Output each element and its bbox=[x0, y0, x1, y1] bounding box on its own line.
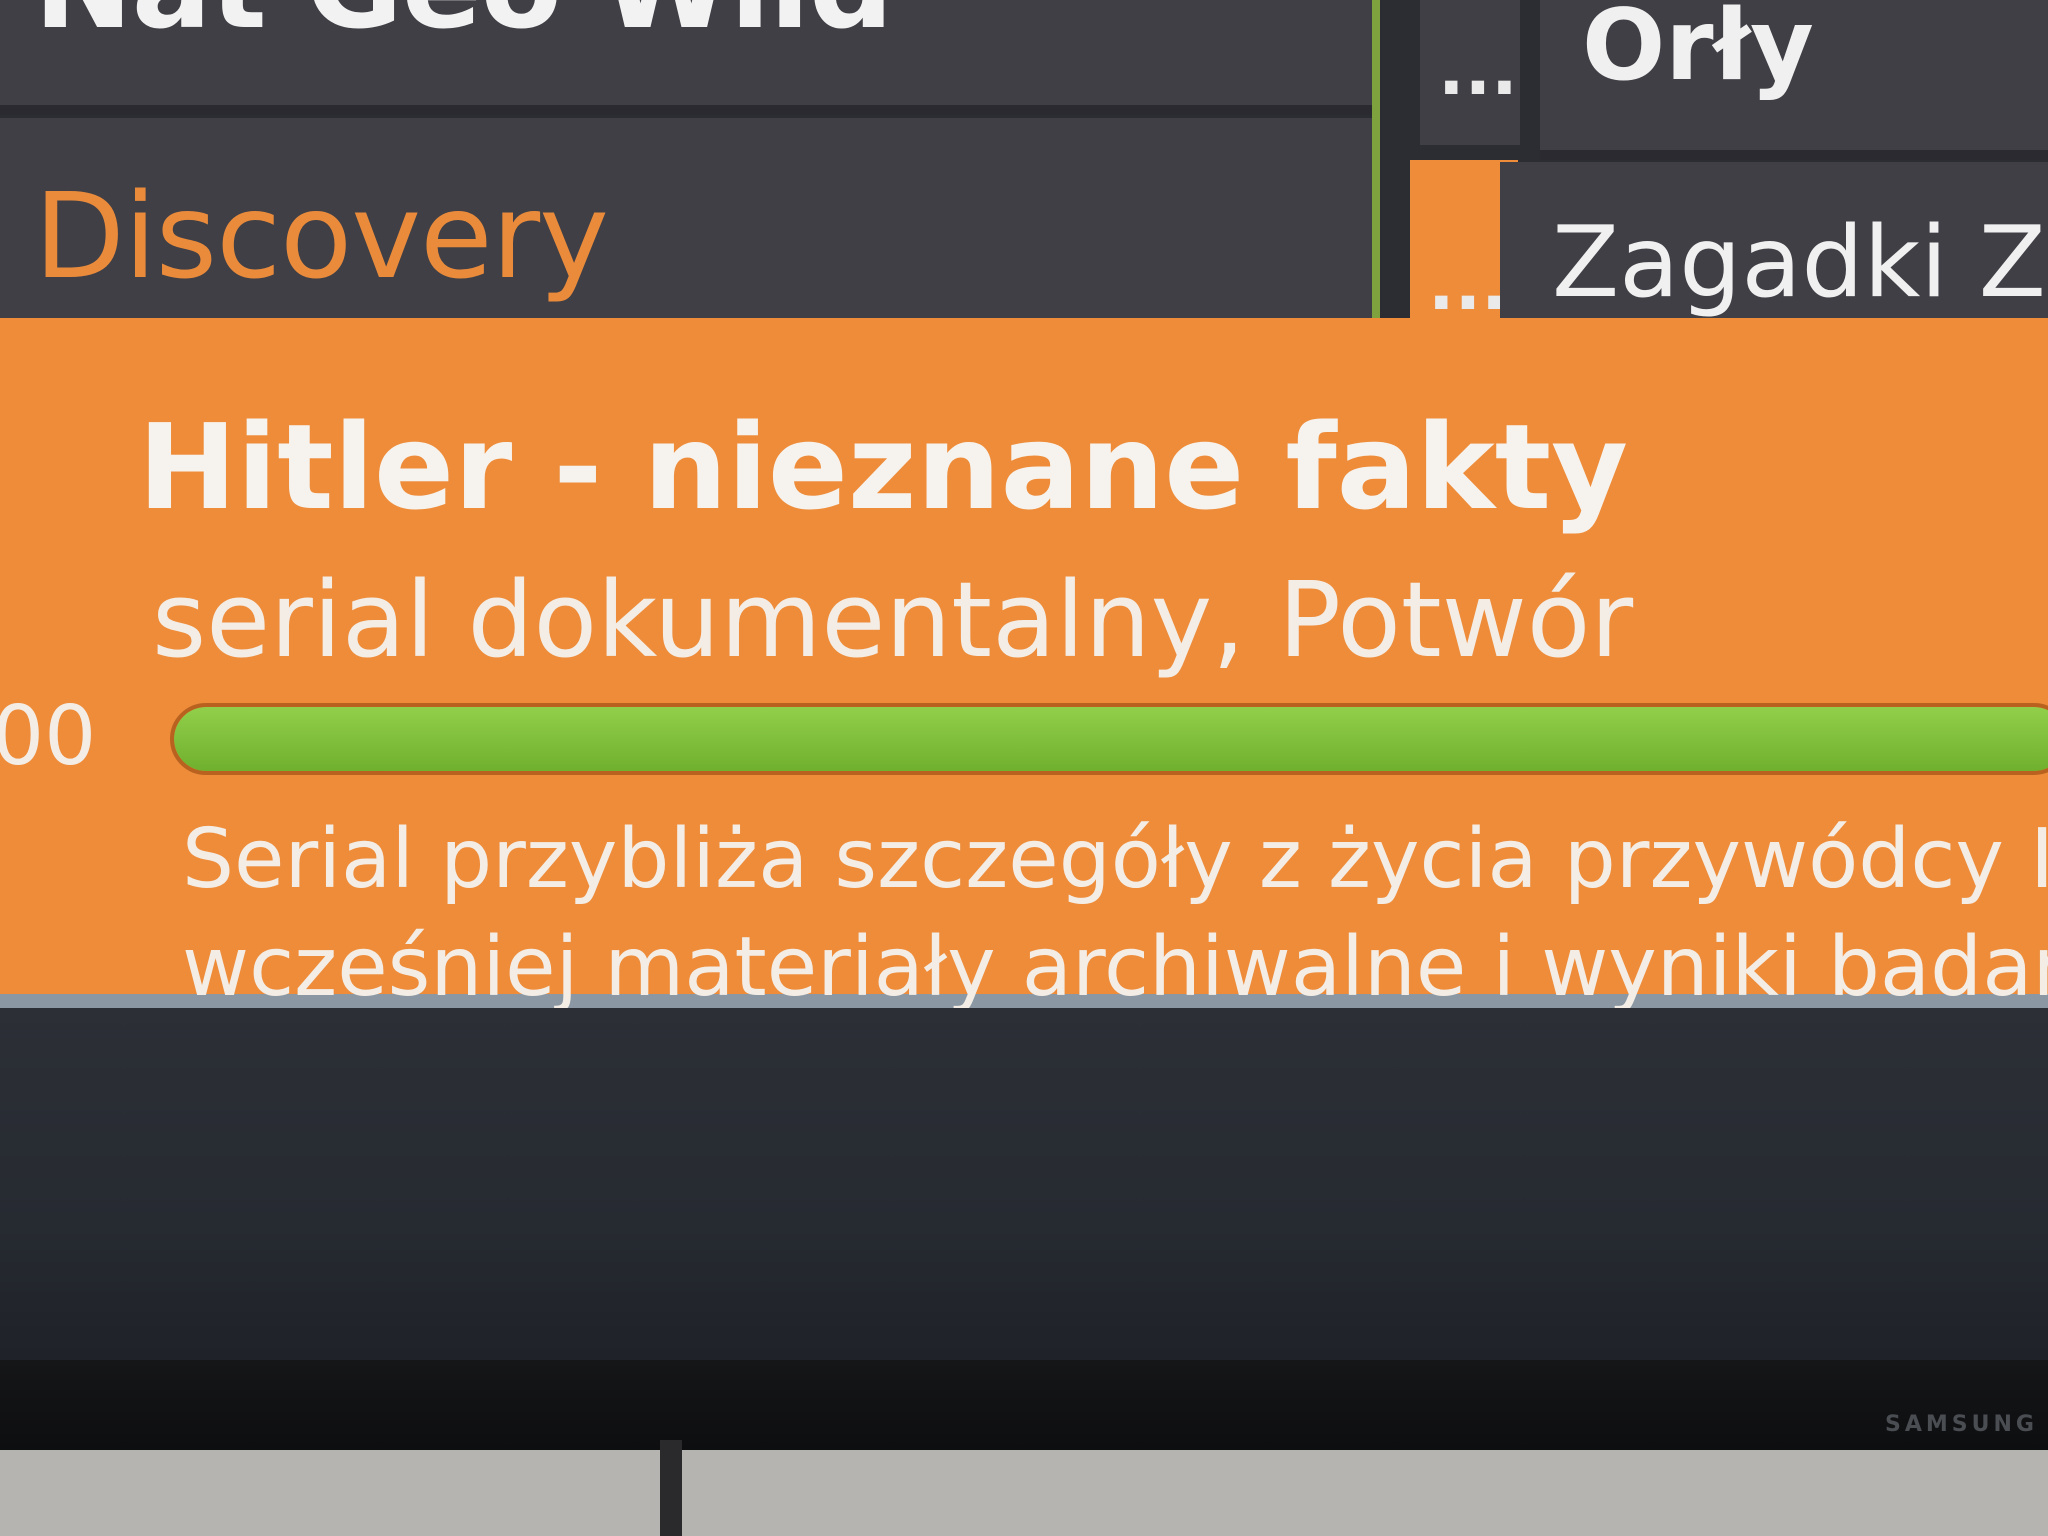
current-time-line bbox=[1372, 0, 1380, 358]
ellipsis: ... bbox=[1438, 29, 1518, 111]
description-line: wcześniej materiały archiwalne i wyniki … bbox=[182, 920, 2048, 1015]
channel-name: Nat Geo Wild bbox=[34, 0, 893, 45]
epg-channel-row[interactable]: Nat Geo Wild bbox=[0, 0, 1372, 115]
epg-program-cell[interactable]: Orły bbox=[1540, 0, 2048, 160]
wall-background bbox=[0, 1450, 2048, 1536]
program-title: Zagadki Zie bbox=[1552, 206, 2048, 320]
screen-empty-area bbox=[0, 1008, 2048, 1375]
tv-screen: Nat Geo Wild Discovery ... ... Orły Zaga… bbox=[0, 0, 2048, 1375]
program-time: 00 bbox=[0, 689, 97, 784]
program-info-panel: Hitler - nieznane fakty serial dokumenta… bbox=[0, 318, 2048, 1015]
description-line: Serial przybliża szczegóły z życia przyw… bbox=[182, 812, 2048, 907]
program-title: Orły bbox=[1582, 0, 1814, 103]
channel-name: Discovery bbox=[34, 167, 609, 305]
program-progress-bar bbox=[170, 703, 2048, 775]
program-info-title: Hitler - nieznane fakty bbox=[138, 398, 1629, 536]
program-info-genre: serial dokumentalny, Potwór bbox=[152, 559, 1634, 681]
program-progress-fill bbox=[174, 707, 2048, 771]
tv-bezel: SAMSUNG bbox=[0, 1360, 2048, 1450]
ellipsis: ... bbox=[1428, 244, 1508, 326]
brand-logo: SAMSUNG bbox=[1885, 1412, 2038, 1437]
epg-program-cell-truncated[interactable]: ... bbox=[1420, 0, 1520, 145]
program-description: Serial przybliża szczegóły z życia przyw… bbox=[182, 806, 2048, 1022]
cable bbox=[660, 1440, 682, 1536]
